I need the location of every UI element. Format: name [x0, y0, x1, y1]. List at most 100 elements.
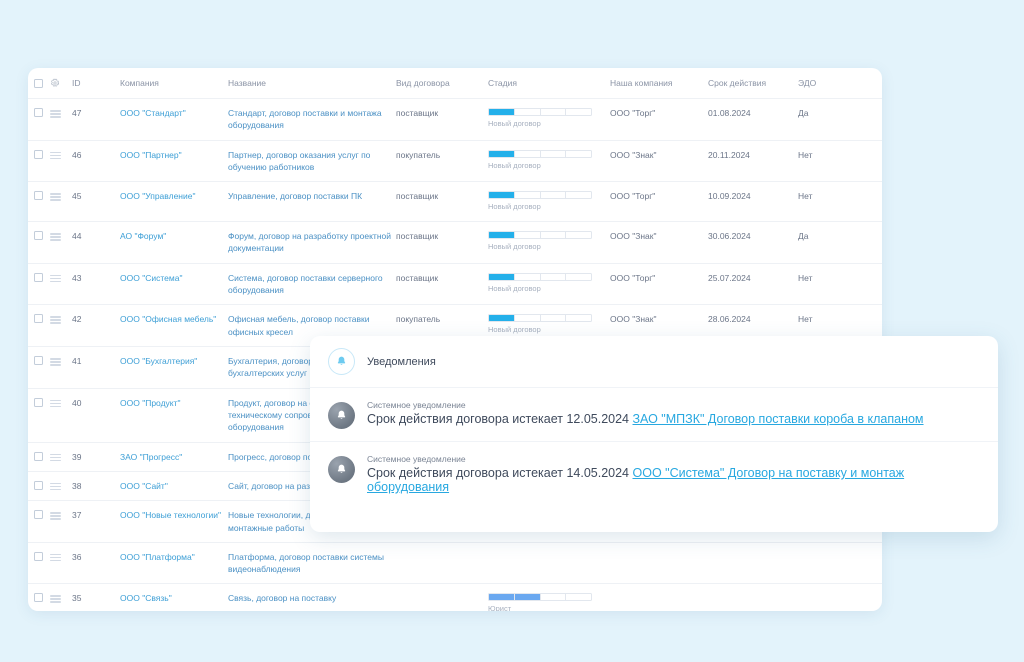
- stage-segment: [489, 273, 515, 280]
- column-header-term[interactable]: Срок действия: [708, 68, 798, 99]
- row-company[interactable]: ООО "Офисная мебель": [120, 304, 228, 347]
- row-select-cell[interactable]: [28, 181, 50, 223]
- row-company[interactable]: ООО "Новые технологии": [120, 500, 228, 543]
- checkbox-icon[interactable]: [34, 149, 43, 159]
- column-header-company[interactable]: Компания: [120, 68, 228, 99]
- row-id: 44: [72, 221, 120, 264]
- hamburger-menu-icon[interactable]: [50, 551, 61, 562]
- row-menu-cell[interactable]: [50, 583, 72, 611]
- row-company[interactable]: ООО "Платформа": [120, 542, 228, 585]
- row-select-cell[interactable]: [28, 388, 50, 443]
- row-name[interactable]: Связь, договор на поставку: [228, 583, 396, 611]
- row-select-cell[interactable]: [28, 500, 50, 543]
- row-select-cell[interactable]: [28, 442, 50, 472]
- column-settings-header[interactable]: [50, 68, 72, 99]
- row-company[interactable]: ООО "Сайт": [120, 471, 228, 502]
- notification-item[interactable]: Системное уведомление Срок действия догов…: [310, 442, 998, 506]
- hamburger-menu-icon[interactable]: [50, 397, 61, 408]
- checkbox-icon[interactable]: [34, 272, 43, 282]
- checkbox-icon[interactable]: [34, 480, 43, 490]
- hamburger-menu-icon[interactable]: [50, 149, 61, 160]
- row-select-cell[interactable]: [28, 304, 50, 347]
- hamburger-menu-icon[interactable]: [50, 230, 61, 241]
- checkbox-icon[interactable]: [34, 314, 43, 324]
- hamburger-menu-icon[interactable]: [50, 592, 61, 603]
- checkbox-icon[interactable]: [34, 108, 43, 117]
- hamburger-menu-icon[interactable]: [50, 451, 61, 462]
- row-menu-cell[interactable]: [50, 221, 72, 264]
- checkbox-icon[interactable]: [34, 78, 43, 88]
- column-header-id[interactable]: ID: [72, 68, 120, 99]
- hamburger-menu-icon[interactable]: [50, 313, 61, 324]
- stage-segment: [515, 109, 541, 115]
- table-row[interactable]: 44 АО "Форум" Форум, договор на разработку…: [28, 221, 882, 264]
- row-company[interactable]: ООО "Система": [120, 263, 228, 306]
- row-select-cell[interactable]: [28, 542, 50, 585]
- hamburger-menu-icon[interactable]: [50, 355, 61, 366]
- checkbox-icon[interactable]: [34, 191, 43, 201]
- table-row[interactable]: 43 ООО "Система" Система, договор поставки…: [28, 263, 882, 306]
- row-company[interactable]: ООО "Бухгалтерия": [120, 346, 228, 389]
- checkbox-icon[interactable]: [34, 451, 43, 461]
- row-menu-cell[interactable]: [50, 500, 72, 543]
- row-name[interactable]: Партнер, договор оказания услуг по обуче…: [228, 140, 396, 183]
- row-company[interactable]: ООО "Продукт": [120, 388, 228, 443]
- row-edo: [798, 583, 882, 611]
- row-menu-cell[interactable]: [50, 442, 72, 472]
- checkbox-icon[interactable]: [34, 397, 43, 407]
- select-all-header[interactable]: [28, 68, 50, 99]
- row-menu-cell[interactable]: [50, 542, 72, 585]
- row-select-cell[interactable]: [28, 346, 50, 389]
- row-company[interactable]: ООО "Связь": [120, 583, 228, 611]
- row-name[interactable]: Управление, договор поставки ПК: [228, 181, 396, 223]
- table-row[interactable]: 35 ООО "Связь" Связь, договор на поставку Ю…: [28, 583, 882, 611]
- notification-contract-link[interactable]: ЗАО "МПЗК" Договор поставки короба в кла…: [633, 412, 924, 426]
- row-edo: Да: [798, 98, 882, 141]
- checkbox-icon[interactable]: [34, 551, 43, 561]
- row-company[interactable]: ООО "Партнер": [120, 140, 228, 183]
- column-header-stage[interactable]: Стадия: [488, 68, 610, 99]
- row-menu-cell[interactable]: [50, 388, 72, 443]
- row-company[interactable]: ООО "Стандарт": [120, 98, 228, 141]
- checkbox-icon[interactable]: [34, 593, 43, 603]
- hamburger-menu-icon[interactable]: [50, 272, 61, 283]
- column-header-name[interactable]: Название: [228, 68, 396, 99]
- row-term: 25.07.2024: [708, 263, 798, 306]
- hamburger-menu-icon[interactable]: [50, 190, 61, 201]
- checkbox-icon[interactable]: [34, 356, 43, 365]
- row-menu-cell[interactable]: [50, 346, 72, 389]
- row-select-cell[interactable]: [28, 98, 50, 141]
- column-header-kind[interactable]: Вид договора: [396, 68, 488, 99]
- row-name[interactable]: Стандарт, договор поставки и монтажа обо…: [228, 98, 396, 141]
- row-menu-cell[interactable]: [50, 471, 72, 502]
- row-menu-cell[interactable]: [50, 181, 72, 223]
- table-row[interactable]: 47 ООО "Стандарт" Стандарт, договор постав…: [28, 98, 882, 141]
- hamburger-menu-icon[interactable]: [50, 107, 61, 118]
- row-company[interactable]: ООО "Управление": [120, 181, 228, 223]
- checkbox-icon[interactable]: [34, 510, 43, 520]
- row-menu-cell[interactable]: [50, 263, 72, 306]
- row-select-cell[interactable]: [28, 583, 50, 611]
- column-header-edo[interactable]: ЭДО: [798, 68, 882, 99]
- row-name[interactable]: Платформа, договор поставки системы виде…: [228, 542, 396, 585]
- row-company[interactable]: АО "Форум": [120, 221, 228, 264]
- row-select-cell[interactable]: [28, 140, 50, 183]
- row-name[interactable]: Форум, договор на разработку проектной д…: [228, 221, 396, 264]
- row-menu-cell[interactable]: [50, 140, 72, 183]
- table-row[interactable]: 45 ООО "Управление" Управление, договор по…: [28, 181, 882, 223]
- checkbox-icon[interactable]: [34, 231, 43, 241]
- gear-icon[interactable]: [50, 78, 60, 88]
- notification-item[interactable]: Системное уведомление Срок действия догов…: [310, 388, 998, 442]
- table-row[interactable]: 46 ООО "Партнер" Партнер, договор оказания…: [28, 140, 882, 183]
- row-name[interactable]: Система, договор поставки серверного обо…: [228, 263, 396, 306]
- hamburger-menu-icon[interactable]: [50, 480, 61, 491]
- row-select-cell[interactable]: [28, 221, 50, 264]
- row-menu-cell[interactable]: [50, 98, 72, 141]
- hamburger-menu-icon[interactable]: [50, 509, 61, 520]
- row-select-cell[interactable]: [28, 263, 50, 306]
- row-company[interactable]: ЗАО "Прогресс": [120, 442, 228, 472]
- column-header-our-company[interactable]: Наша компания: [610, 68, 708, 99]
- table-row[interactable]: 36 ООО "Платформа" Платформа, договор пост…: [28, 542, 882, 585]
- row-menu-cell[interactable]: [50, 304, 72, 347]
- row-select-cell[interactable]: [28, 471, 50, 502]
